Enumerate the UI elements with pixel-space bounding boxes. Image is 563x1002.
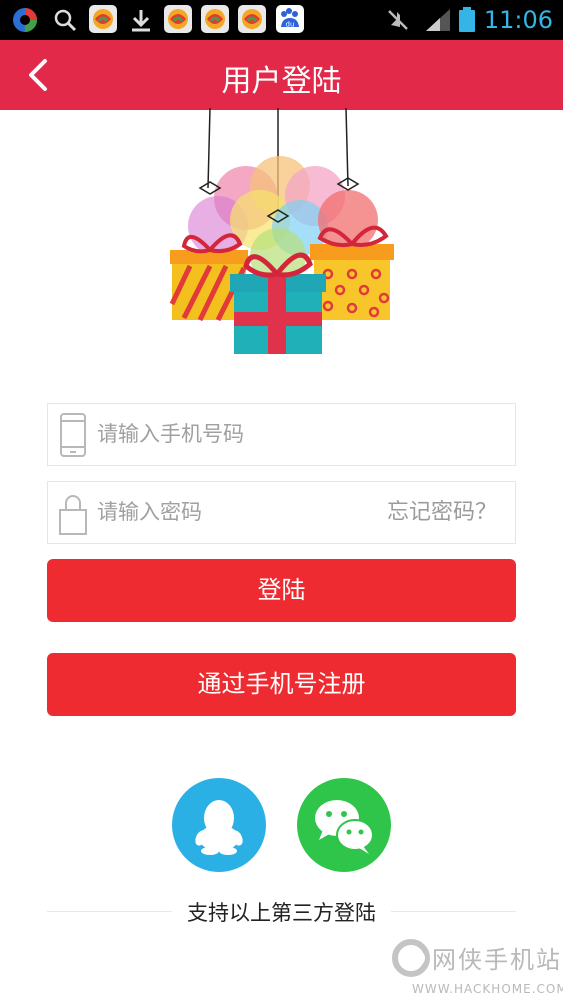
mute-icon — [388, 10, 408, 30]
password-field[interactable]: 请输入密码 忘记密码？ — [47, 481, 516, 544]
app-icon — [201, 5, 229, 33]
password-input-placeholder: 请输入密码 — [97, 500, 202, 524]
app-icon — [13, 8, 37, 32]
watermark-url: WWW.HACKHOME.COM — [412, 982, 563, 996]
qq-login-icon[interactable] — [172, 778, 266, 872]
page-title: 用户登陆 — [221, 64, 342, 99]
status-bar: du 11:06 — [0, 0, 563, 40]
forgot-password-link[interactable]: 忘记密码？ — [387, 482, 497, 543]
phone-input-placeholder: 请输入手机号码 — [97, 422, 244, 446]
download-icon — [132, 10, 150, 32]
gift-balloons-illustration — [169, 108, 394, 354]
app-icon — [89, 5, 117, 33]
signal-icon — [426, 9, 450, 31]
baidu-icon: du — [276, 5, 304, 33]
phone-icon — [60, 413, 86, 457]
wechat-login-icon[interactable] — [297, 778, 391, 872]
title-bar: 用户登陆 — [0, 40, 563, 110]
lock-icon — [59, 495, 87, 535]
watermark-text: 网侠手机站 — [432, 946, 562, 974]
register-by-phone-button[interactable]: 通过手机号注册 — [47, 653, 516, 716]
third-party-login-caption: 支持以上第三方登陆 — [187, 901, 376, 925]
watermark: 网侠手机站 WWW.HACKHOME.COM — [392, 936, 563, 998]
svg-text:du: du — [286, 21, 295, 29]
battery-icon — [459, 7, 475, 32]
app-icon — [238, 5, 266, 33]
clock: 11:06 — [483, 6, 553, 34]
phone-field[interactable]: 请输入手机号码 — [47, 403, 516, 466]
search-icon — [54, 9, 77, 32]
login-button[interactable]: 登陆 — [47, 559, 516, 622]
watermark-logo-icon — [392, 939, 430, 977]
app-icon — [164, 5, 192, 33]
